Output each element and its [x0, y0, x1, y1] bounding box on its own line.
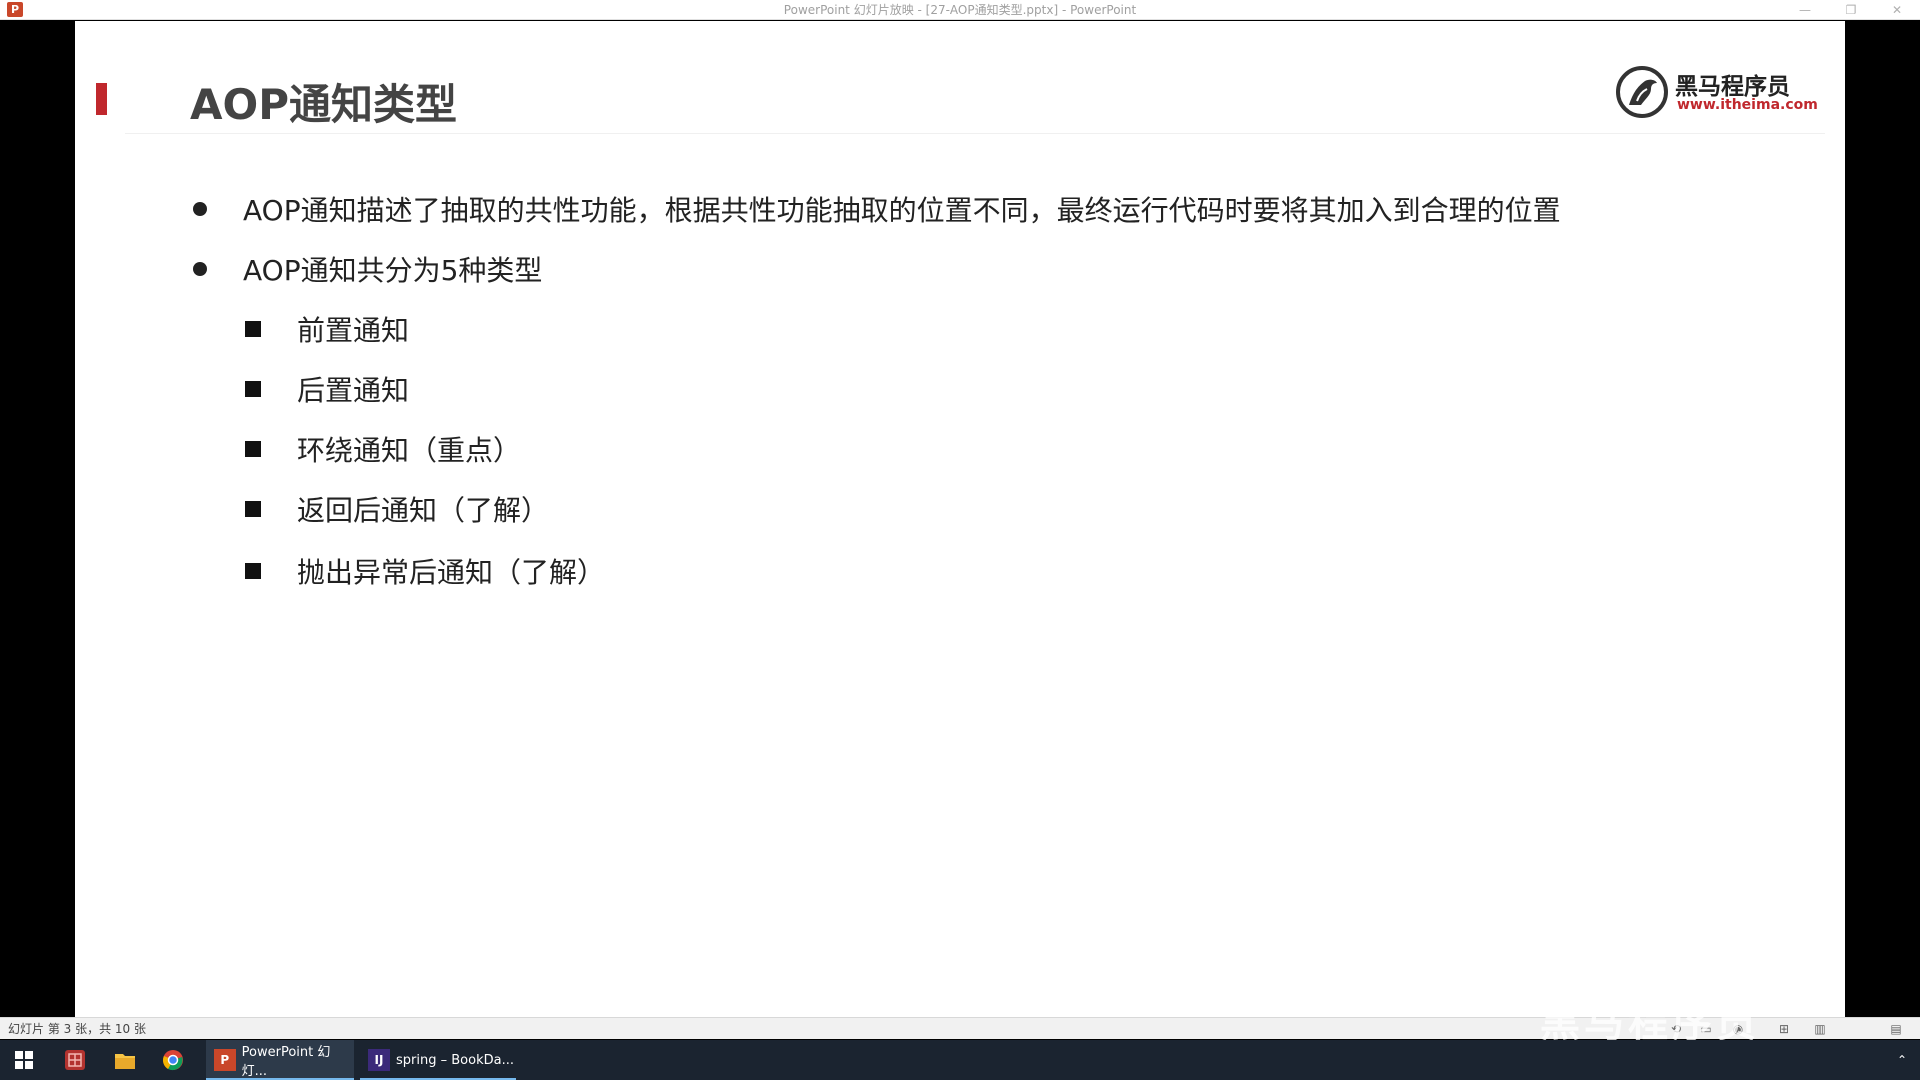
reading-view-icon[interactable]: ▥ — [1812, 1021, 1828, 1037]
bullet-text: 抛出异常后通知（了解） — [297, 556, 606, 589]
slide-sorter-icon[interactable]: ⊞ — [1776, 1021, 1792, 1037]
itheima-logo: 黑马程序员 www.itheima.com — [1615, 63, 1818, 123]
sub-bullet-item: 返回后通知（了解） — [245, 489, 549, 529]
slide-canvas[interactable]: AOP通知类型 黑马程序员 www.itheima.com AOP通知描述了抽取… — [75, 21, 1845, 1027]
slide-letterbox-right — [1845, 21, 1920, 1027]
bullet-item: AOP通知描述了抽取的共性功能，根据共性功能抽取的位置不同，最终运行代码时要将其… — [193, 189, 1561, 229]
powerpoint-icon: P — [214, 1049, 236, 1071]
bullet-text: AOP通知描述了抽取的共性功能，根据共性功能抽取的位置不同，最终运行代码时要将其… — [243, 194, 1561, 227]
windows-logo-icon — [15, 1051, 33, 1069]
bullet-item: AOP通知共分为5种类型 — [193, 249, 542, 289]
taskbar-app-intellij[interactable]: IJ spring – BookDa... — [360, 1040, 516, 1080]
window-titlebar: P PowerPoint 幻灯片放映 - [27-AOP通知类型.pptx] -… — [0, 0, 1920, 20]
bullet-text: 后置通知 — [297, 374, 410, 407]
bullet-text: 前置通知 — [297, 314, 410, 347]
taskbar-app-label: PowerPoint 幻灯... — [241, 1045, 331, 1079]
chrome-icon — [163, 1050, 183, 1071]
title-divider — [125, 133, 1825, 134]
bullet-square-icon — [245, 501, 261, 517]
bullet-text: 环绕通知（重点） — [297, 434, 522, 467]
slide-letterbox-left — [0, 21, 75, 1027]
bullet-dot-icon — [193, 202, 207, 216]
sub-bullet-item: 环绕通知（重点） — [245, 429, 521, 469]
tray-chevron-up-icon[interactable]: ⌃ — [1890, 1040, 1914, 1080]
bullet-square-icon — [245, 381, 261, 397]
logo-name: 黑马程序员 — [1675, 74, 1790, 100]
title-accent-bar — [96, 83, 107, 115]
slide-title: AOP通知类型 — [190, 80, 457, 129]
grid-app-icon — [65, 1050, 85, 1070]
taskbar-file-explorer[interactable] — [110, 1040, 140, 1080]
bullet-square-icon — [245, 321, 261, 337]
start-button[interactable] — [0, 1040, 48, 1080]
folder-icon — [115, 1054, 135, 1069]
windows-taskbar: P PowerPoint 幻灯... IJ spring – BookDa...… — [0, 1040, 1920, 1080]
bullet-dot-icon — [193, 262, 207, 276]
bullet-square-icon — [245, 441, 261, 457]
minimize-button[interactable]: — — [1782, 0, 1828, 20]
sub-bullet-item: 抛出异常后通知（了解） — [245, 551, 605, 591]
taskbar-chrome[interactable] — [158, 1040, 188, 1080]
bullet-text: AOP通知共分为5种类型 — [243, 254, 543, 287]
slide-counter: 幻灯片 第 3 张，共 10 张 — [8, 1022, 146, 1036]
taskbar-app-powerpoint[interactable]: P PowerPoint 幻灯... — [206, 1040, 354, 1080]
intellij-icon: IJ — [368, 1049, 390, 1071]
taskbar-pinned-app[interactable] — [60, 1040, 90, 1080]
horse-logo-icon — [1616, 66, 1668, 118]
window-title: PowerPoint 幻灯片放映 - [27-AOP通知类型.pptx] - P… — [783, 3, 1137, 17]
bullet-square-icon — [245, 563, 261, 579]
taskbar-app-label: spring – BookDa... — [396, 1052, 514, 1068]
close-button[interactable]: ✕ — [1874, 0, 1920, 20]
logo-url: www.itheima.com — [1677, 97, 1818, 113]
sub-bullet-item: 后置通知 — [245, 369, 409, 409]
restore-button[interactable]: ❐ — [1828, 0, 1874, 20]
bullet-text: 返回后通知（了解） — [297, 494, 550, 527]
comments-icon[interactable]: ▤ — [1888, 1021, 1904, 1037]
sub-bullet-item: 前置通知 — [245, 309, 409, 349]
